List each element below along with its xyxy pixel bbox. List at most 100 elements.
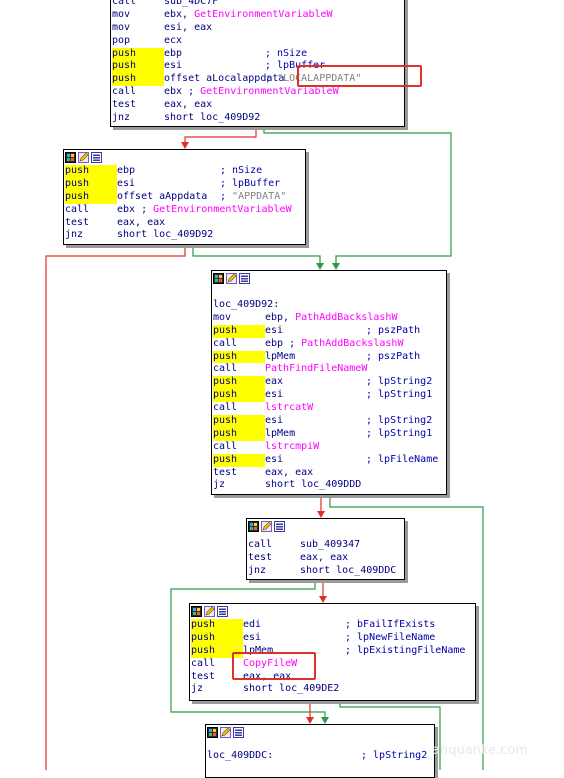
arrow-head-b4	[317, 511, 325, 518]
code-block-5[interactable]: push edi; bFailIfExists push esi; lpNewFile…	[189, 603, 476, 701]
instruction-row[interactable]: call sub_409347	[247, 539, 404, 552]
operand: short loc_409D92	[164, 112, 261, 124]
block-5-header	[190, 604, 475, 619]
node-list-icon[interactable]	[233, 727, 244, 738]
block-6-rows: loc_409DDC: ; lpString2	[206, 750, 434, 763]
instruction-row[interactable]: test eax, eax	[64, 217, 305, 230]
api-name[interactable]: PathFindFileNameW	[265, 363, 367, 374]
instruction-row[interactable]: test eax, eax	[111, 99, 404, 112]
api-name[interactable]: lstrcatW	[265, 402, 313, 413]
api-name[interactable]: lstrcmpiW	[265, 441, 319, 452]
pencil-icon[interactable]	[220, 727, 231, 738]
instruction-row[interactable]: push ebp ; nSize	[111, 47, 404, 61]
pencil-icon[interactable]	[226, 273, 237, 284]
instruction-row[interactable]: call PathFindFileNameW	[212, 363, 446, 376]
opcode: push	[213, 427, 265, 441]
node-list-icon[interactable]	[274, 521, 285, 532]
instruction-row[interactable]: jz short loc_409DE2	[190, 683, 475, 696]
opcode: call	[112, 0, 137, 7]
opcode: call	[65, 203, 90, 215]
graph-color-icon[interactable]	[248, 521, 259, 532]
api-name[interactable]: GetEnvironmentVariableW	[194, 9, 332, 20]
instruction-row[interactable]: mov esi, eax	[111, 22, 404, 35]
instruction-row[interactable]: push esi ; lpNewFileName	[190, 631, 475, 645]
opcode: push	[112, 47, 164, 61]
operand: eax, eax	[300, 551, 349, 563]
operand: ebx,	[164, 8, 195, 20]
instruction-row[interactable]: call CopyFileW	[190, 658, 475, 671]
operand: ebp,	[265, 311, 296, 323]
pencil-icon[interactable]	[261, 521, 272, 532]
operand: esi	[265, 415, 284, 427]
instruction-row[interactable]: push esi ; lpString2	[212, 415, 446, 428]
graph-color-icon[interactable]	[191, 606, 202, 617]
opcode: push	[191, 631, 243, 645]
code-block-4[interactable]: call sub_409347 test eax, eax jnz short loc_4…	[246, 518, 405, 580]
block-4-header	[247, 519, 404, 534]
instruction-row[interactable]: push offset aAppdata ; "APPDATA"	[64, 190, 305, 204]
operand: esi	[117, 177, 136, 189]
graph-color-icon[interactable]	[207, 727, 218, 738]
api-name[interactable]: PathAddBackslashW	[301, 338, 403, 349]
node-list-icon[interactable]	[239, 273, 250, 284]
edge-b2-left	[45, 244, 186, 770]
operand: eax, eax	[164, 99, 213, 111]
node-list-icon[interactable]	[217, 606, 228, 617]
comment: ; nSize	[220, 165, 263, 176]
instruction-row[interactable]: call ebp ; PathAddBackslashW	[212, 338, 446, 351]
opcode: test	[191, 670, 216, 682]
instruction-row[interactable]: test eax, eax	[190, 671, 475, 684]
operand: ebp	[164, 47, 183, 59]
instruction-row[interactable]: call sub_4DC7F	[111, 0, 404, 9]
pencil-icon[interactable]	[204, 606, 215, 617]
code-block-3[interactable]: loc_409D92: mov ebp, PathAddBackslashW pus…	[211, 270, 447, 495]
instruction-row[interactable]: call lstrcatW	[212, 402, 446, 415]
instruction-row[interactable]: loc_409DDC: ; lpString2	[206, 750, 434, 763]
instruction-row[interactable]: push eax ; lpString2	[212, 376, 446, 390]
instruction-row[interactable]: push lpMem ; lpExistingFileName	[190, 644, 475, 658]
opcode: call	[213, 337, 238, 349]
code-block-2[interactable]: push ebp; nSize push esi; lpBuffer push offse…	[63, 149, 306, 245]
graph-color-icon[interactable]	[213, 273, 224, 284]
instruction-row[interactable]: push lpMem ; lpString1	[212, 427, 446, 441]
instruction-row[interactable]: jnz short loc_409DDC	[247, 565, 404, 578]
block-1-rows: call sub_4DC7F mov ebx, GetEnvironmentVaria…	[111, 0, 404, 125]
graph-color-icon[interactable]	[65, 152, 76, 163]
instruction-row[interactable]: push esi ; lpBuffer	[64, 177, 305, 191]
instruction-row[interactable]: call ebx ; GetEnvironmentVariableW	[111, 86, 404, 99]
instruction-row[interactable]: test eax, eax	[247, 552, 404, 565]
pencil-icon[interactable]	[78, 152, 89, 163]
api-name[interactable]: GetEnvironmentVariableW	[200, 86, 338, 97]
instruction-row[interactable]: jz short loc_409DDD	[212, 479, 446, 492]
operand: lpMem	[265, 427, 296, 439]
instruction-row[interactable]: pop ecx	[111, 35, 404, 48]
api-name[interactable]: CopyFileW	[243, 658, 297, 669]
api-name[interactable]: PathAddBackslashW	[295, 312, 397, 323]
instruction-row[interactable]: mov ebp, PathAddBackslashW	[212, 312, 446, 325]
opcode: jz	[191, 683, 204, 695]
opcode: call	[248, 539, 273, 550]
instruction-row[interactable]: push offset aLocalappdata; "LOCALAPPDATA"	[111, 73, 404, 87]
instruction-row[interactable]: push ebp ; nSize	[64, 165, 305, 178]
instruction-row[interactable]: jnz short loc_409D92	[64, 229, 305, 242]
instruction-row[interactable]: push edi ; bFailIfExists	[190, 619, 475, 632]
instruction-row[interactable]: call lstrcmpiW	[212, 441, 446, 454]
instruction-row[interactable]: push esi ; lpFileName	[212, 453, 446, 467]
code-block-1[interactable]: call sub_4DC7F mov ebx, GetEnvironmentVaria…	[110, 0, 405, 127]
instruction-row[interactable]: test eax, eax	[212, 467, 446, 480]
instruction-row[interactable]: jnz short loc_409D92	[111, 112, 404, 125]
instruction-row[interactable]: push esi ; pszPath	[212, 324, 446, 338]
comment: ; lpString2	[366, 415, 433, 427]
block-2-rows: push ebp; nSize push esi; lpBuffer push offse…	[64, 165, 305, 242]
comment: ; "LOCALAPPDATA"	[265, 73, 362, 85]
api-name[interactable]: GetEnvironmentVariableW	[153, 204, 291, 215]
instruction-row[interactable]: mov ebx, GetEnvironmentVariableW	[111, 9, 404, 22]
instruction-row[interactable]: push esi ; lpBuffer	[111, 60, 404, 74]
node-list-icon[interactable]	[91, 152, 102, 163]
instruction-row[interactable]: push esi ; lpString1	[212, 389, 446, 403]
operand: lpMem	[243, 644, 274, 656]
opcode: call	[112, 86, 137, 98]
instruction-row[interactable]: push lpMem ; pszPath	[212, 350, 446, 364]
instruction-row[interactable]: call ebx ; GetEnvironmentVariableW	[64, 204, 305, 217]
operand: eax, eax	[117, 216, 166, 228]
